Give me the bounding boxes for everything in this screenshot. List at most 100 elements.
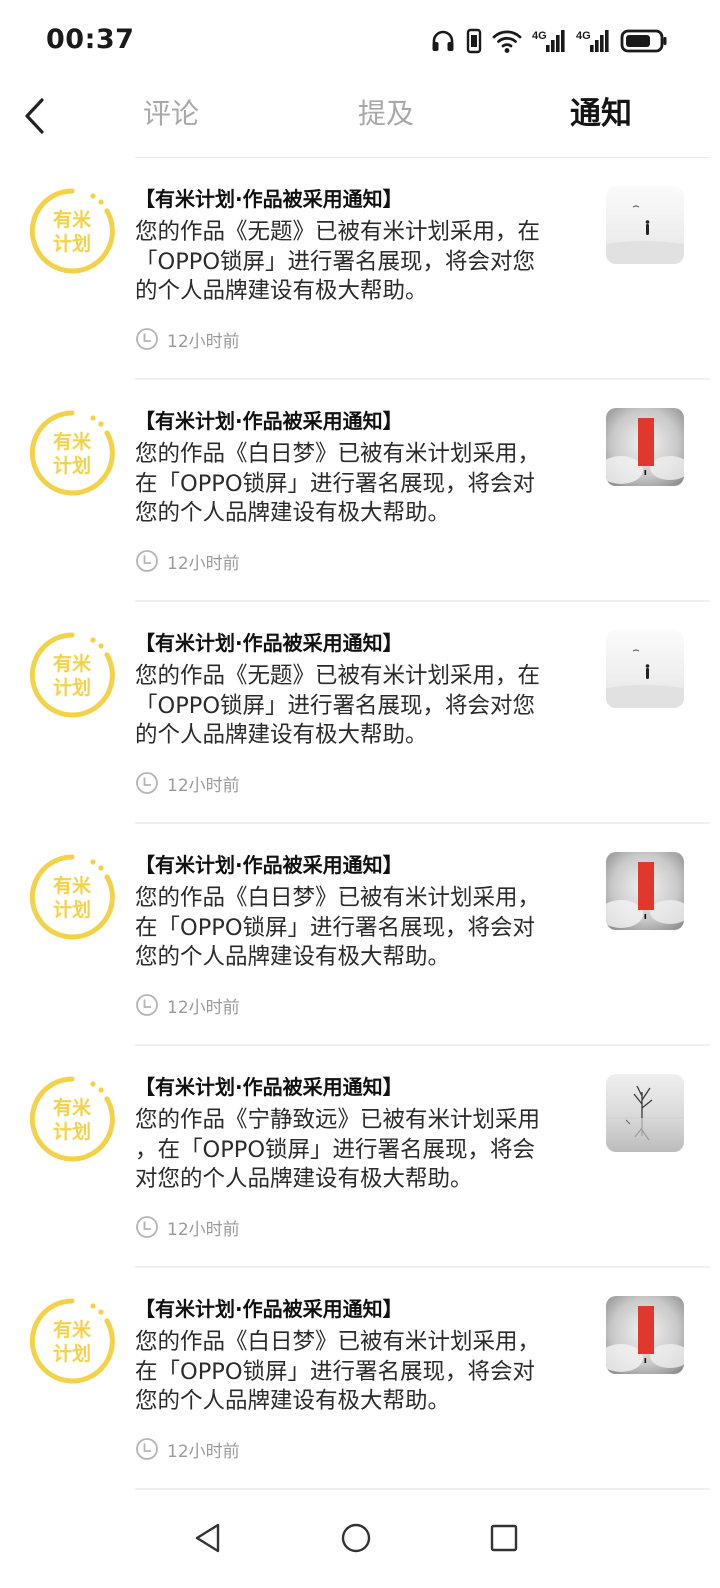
notification-item[interactable]: 有米 计划 【有米计划·作品被采用通知】 您的作品《白日梦》已被有米计划采用， … bbox=[0, 380, 720, 602]
avatar-text: 计划 bbox=[53, 1342, 91, 1365]
body-line: 您的作品《白日梦》已被有米计划采用， bbox=[135, 441, 541, 467]
notification-item[interactable]: 有米 计划 【有米计划·作品被采用通知】 您的作品《白日梦》已被有米计划采用， … bbox=[0, 824, 720, 1046]
notification-item[interactable]: 有米 计划 【有米计划·作品被采用通知】 您的作品《白日梦》已被有米计划采用， … bbox=[0, 1268, 720, 1490]
body-line: 您的作品《无题》已被有米计划采用，在 bbox=[135, 663, 541, 689]
chevron-left-icon bbox=[25, 98, 44, 134]
time-label: 12小时前 bbox=[167, 997, 240, 1018]
back-button[interactable] bbox=[14, 90, 54, 142]
avatar-text: 计划 bbox=[53, 1120, 91, 1143]
notification-title: 【有米计划·作品被采用通知】 bbox=[135, 187, 403, 211]
avatar: 有米 计划 bbox=[27, 1296, 117, 1386]
notification-time: 12小时前 bbox=[135, 770, 240, 796]
notification-time: 12小时前 bbox=[135, 1214, 240, 1240]
triangle-back-icon bbox=[195, 1523, 220, 1553]
header: 评论 提及 通知 bbox=[0, 80, 720, 158]
body-line: 「OPPO锁屏」进行署名展现，将会对您 bbox=[135, 692, 536, 719]
avatar-text: 有米 bbox=[53, 1318, 92, 1341]
notification-time: 12小时前 bbox=[135, 326, 240, 352]
notification-title: 【有米计划·作品被采用通知】 bbox=[135, 409, 403, 433]
time-label: 12小时前 bbox=[167, 1219, 240, 1240]
avatar: 有米 计划 bbox=[27, 1074, 117, 1164]
body-line: 对您的个人品牌建设有极大帮助。 bbox=[135, 1166, 473, 1192]
notification-item[interactable]: 有米 计划 【有米计划·作品被采用通知】 您的作品《宁静致远》已被有米计划采用 … bbox=[0, 1046, 720, 1268]
network-label: 4G bbox=[576, 30, 591, 42]
notification-item[interactable]: 有米 计划 【有米计划·作品被采用通知】 您的作品《无题》已被有米计划采用，在 … bbox=[0, 158, 720, 380]
circle-home-icon bbox=[341, 1523, 371, 1553]
body-line: 您的作品《无题》已被有米计划采用，在 bbox=[135, 219, 541, 245]
artwork-thumbnail[interactable] bbox=[606, 1296, 684, 1374]
nav-recents-button[interactable] bbox=[474, 1508, 534, 1568]
avatar: 有米 计划 bbox=[27, 186, 117, 276]
battery-icon bbox=[620, 28, 668, 54]
artwork-thumbnail[interactable] bbox=[606, 1074, 684, 1152]
wifi-icon bbox=[492, 28, 522, 54]
body-line: 您的个人品牌建设有极大帮助。 bbox=[135, 1388, 451, 1414]
clock-icon bbox=[136, 328, 158, 350]
avatar-text: 有米 bbox=[53, 652, 92, 675]
time-label: 12小时前 bbox=[167, 553, 240, 574]
avatar-text: 有米 bbox=[53, 1096, 92, 1119]
avatar-text: 有米 bbox=[53, 874, 92, 897]
body-line: 您的作品《宁静致远》已被有米计划采用 bbox=[135, 1107, 541, 1133]
artwork-thumbnail[interactable] bbox=[606, 852, 684, 930]
body-line: 在「OPPO锁屏」进行署名展现，将会对 bbox=[135, 1358, 536, 1385]
body-line: 您的作品《白日梦》已被有米计划采用， bbox=[135, 1329, 541, 1355]
status-bar: 00:37 4G 4G bbox=[0, 0, 720, 80]
notification-body: 您的作品《无题》已被有米计划采用，在 「OPPO锁屏」进行署名展现，将会对您 的… bbox=[135, 662, 583, 751]
avatar: 有米 计划 bbox=[27, 852, 117, 942]
clock-icon bbox=[136, 772, 158, 794]
clock-icon bbox=[136, 1438, 158, 1460]
notification-body: 您的作品《无题》已被有米计划采用，在 「OPPO锁屏」进行署名展现，将会对您 的… bbox=[135, 218, 583, 307]
notification-title: 【有米计划·作品被采用通知】 bbox=[135, 853, 403, 877]
artwork-thumbnail[interactable] bbox=[606, 186, 684, 264]
clock-icon bbox=[136, 550, 158, 572]
clock-icon bbox=[136, 994, 158, 1016]
avatar-text: 计划 bbox=[53, 454, 91, 477]
notification-item[interactable]: 有米 计划 【有米计划·作品被采用通知】 您的作品《无题》已被有米计划采用，在 … bbox=[0, 602, 720, 824]
square-recents-icon bbox=[490, 1524, 518, 1552]
notification-time: 12小时前 bbox=[135, 548, 240, 574]
body-line: 您的作品《白日梦》已被有米计划采用， bbox=[135, 885, 541, 911]
notification-time: 12小时前 bbox=[135, 1436, 240, 1462]
avatar-text: 计划 bbox=[53, 232, 91, 255]
body-line: 的个人品牌建设有极大帮助。 bbox=[135, 722, 428, 748]
notification-list: 有米 计划 【有米计划·作品被采用通知】 您的作品《无题》已被有米计划采用，在 … bbox=[0, 158, 720, 1490]
notification-time: 12小时前 bbox=[135, 992, 240, 1018]
avatar: 有米 计划 bbox=[27, 408, 117, 498]
avatar-text: 计划 bbox=[53, 898, 91, 921]
notification-title: 【有米计划·作品被采用通知】 bbox=[135, 1297, 403, 1321]
avatar-text: 计划 bbox=[53, 676, 91, 699]
body-line: 「OPPO锁屏」进行署名展现，将会对您 bbox=[135, 248, 536, 275]
headphones-icon bbox=[430, 28, 456, 54]
time-label: 12小时前 bbox=[167, 775, 240, 796]
time-label: 12小时前 bbox=[167, 331, 240, 352]
avatar-text: 有米 bbox=[53, 208, 92, 231]
notification-body: 您的作品《白日梦》已被有米计划采用， 在「OPPO锁屏」进行署名展现，将会对 您… bbox=[135, 884, 583, 973]
body-line: 您的个人品牌建设有极大帮助。 bbox=[135, 500, 451, 526]
status-icons: 4G 4G bbox=[430, 26, 668, 56]
body-line: 您的个人品牌建设有极大帮助。 bbox=[135, 944, 451, 970]
tab-mentions[interactable]: 提及 bbox=[358, 92, 414, 136]
nav-back-button[interactable] bbox=[178, 1508, 238, 1568]
artwork-thumbnail[interactable] bbox=[606, 408, 684, 486]
notification-body: 您的作品《白日梦》已被有米计划采用， 在「OPPO锁屏」进行署名展现，将会对 您… bbox=[135, 440, 583, 529]
network-label: 4G bbox=[532, 30, 547, 42]
system-nav-bar bbox=[0, 1490, 720, 1588]
status-time: 00:37 bbox=[46, 24, 135, 55]
artwork-thumbnail[interactable] bbox=[606, 630, 684, 708]
tab-notifications[interactable]: 通知 bbox=[570, 92, 632, 136]
body-line: ，在「OPPO锁屏」进行署名展现，将会 bbox=[135, 1136, 536, 1163]
avatar-text: 有米 bbox=[53, 430, 92, 453]
vibrate-icon bbox=[466, 28, 482, 54]
time-label: 12小时前 bbox=[167, 1441, 240, 1462]
body-line: 的个人品牌建设有极大帮助。 bbox=[135, 278, 428, 304]
notification-body: 您的作品《白日梦》已被有米计划采用， 在「OPPO锁屏」进行署名展现，将会对 您… bbox=[135, 1328, 583, 1417]
body-line: 在「OPPO锁屏」进行署名展现，将会对 bbox=[135, 914, 536, 941]
nav-home-button[interactable] bbox=[326, 1508, 386, 1568]
notification-title: 【有米计划·作品被采用通知】 bbox=[135, 631, 403, 655]
avatar: 有米 计划 bbox=[27, 630, 117, 720]
signal-4g-icon: 4G bbox=[576, 28, 610, 54]
body-line: 在「OPPO锁屏」进行署名展现，将会对 bbox=[135, 470, 536, 497]
tab-comments[interactable]: 评论 bbox=[143, 92, 199, 136]
signal-4g-icon: 4G bbox=[532, 28, 566, 54]
